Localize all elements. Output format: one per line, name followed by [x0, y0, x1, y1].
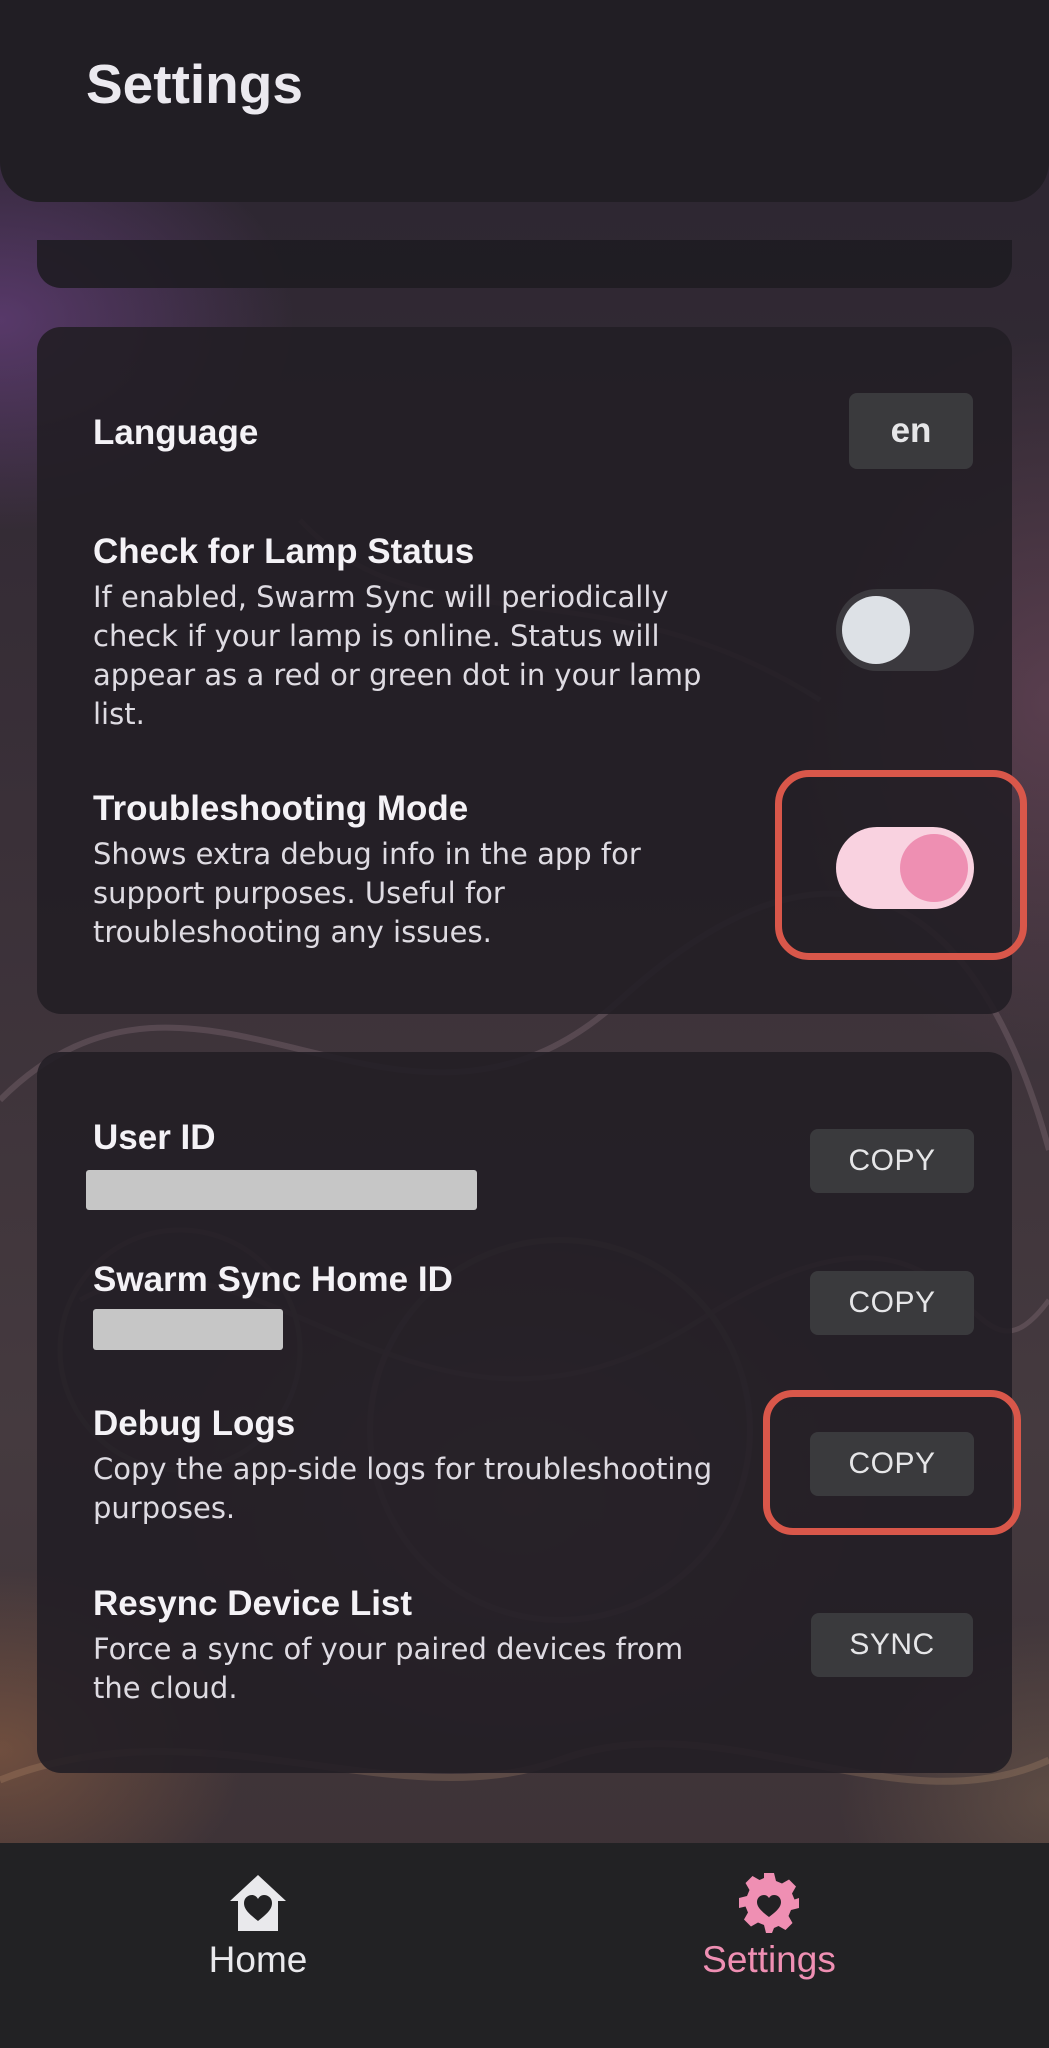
- tab-home-label: Home: [208, 1939, 308, 1980]
- language-selector-button[interactable]: en: [849, 393, 973, 469]
- lamp-status-title: Check for Lamp Status: [93, 532, 475, 571]
- resync-title: Resync Device List: [93, 1584, 413, 1623]
- user-id-redacted-value: [86, 1170, 477, 1210]
- copy-home-id-button[interactable]: COPY: [810, 1271, 974, 1335]
- copy-user-id-button[interactable]: COPY: [810, 1129, 974, 1193]
- resync-description: Force a sync of your paired devices from…: [93, 1632, 684, 1705]
- debug-logs-button-highlight: [763, 1390, 1021, 1535]
- user-id-title: User ID: [93, 1118, 216, 1157]
- tab-settings[interactable]: Settings: [619, 1871, 919, 1991]
- app-header: Settings: [0, 0, 1049, 202]
- toggle-knob: [842, 596, 910, 664]
- resync-button[interactable]: SYNC: [811, 1613, 973, 1677]
- house-heart-icon: [230, 1875, 286, 1931]
- troubleshooting-mode-description: Shows extra debug info in the app for su…: [93, 837, 641, 949]
- page-title: Settings: [86, 53, 303, 115]
- tab-home[interactable]: Home: [108, 1871, 408, 1991]
- language-label: Language: [93, 413, 259, 452]
- lamp-status-toggle[interactable]: [836, 589, 974, 671]
- gear-heart-icon: [739, 1873, 799, 1933]
- bottom-tab-bar: Home Settings: [0, 1843, 1049, 2048]
- previous-card-edge: [37, 240, 1012, 288]
- debug-logs-title: Debug Logs: [93, 1404, 296, 1443]
- home-id-title: Swarm Sync Home ID: [93, 1260, 453, 1299]
- troubleshooting-mode-title: Troubleshooting Mode: [93, 789, 469, 828]
- tab-settings-label: Settings: [702, 1939, 836, 1980]
- debug-logs-description: Copy the app-side logs for troubleshooti…: [93, 1452, 713, 1525]
- lamp-status-description: If enabled, Swarm Sync will periodically…: [93, 580, 702, 731]
- troubleshooting-toggle-highlight: [775, 770, 1027, 960]
- home-id-redacted-value: [93, 1309, 283, 1350]
